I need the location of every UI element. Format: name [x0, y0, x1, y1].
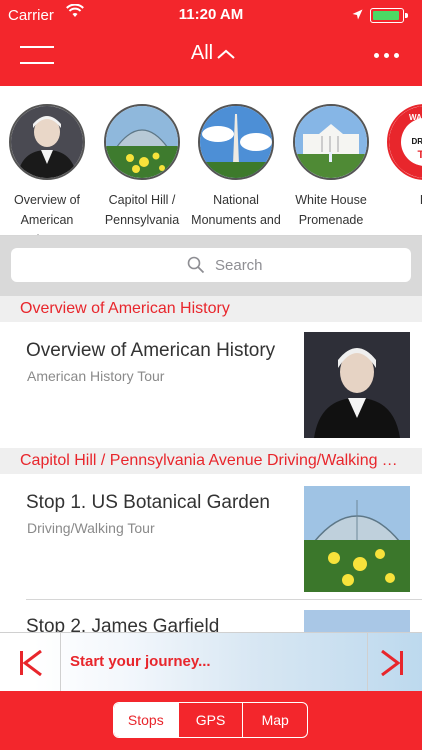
stop-title: Stop 2. James Garfield	[26, 616, 220, 632]
battery-icon	[370, 8, 408, 23]
tab-stops[interactable]: Stops	[114, 703, 178, 737]
player-message: Start your journey...	[70, 653, 211, 670]
tab-gps[interactable]: GPS	[177, 703, 243, 737]
next-track-icon[interactable]	[380, 650, 404, 676]
category-capitol-hill[interactable]: Capitol Hill / Pennsylvania	[95, 104, 189, 230]
white-house-image	[293, 104, 369, 180]
botanical-garden-thumbnail	[304, 486, 410, 592]
chevron-up-icon[interactable]	[216, 48, 236, 60]
search-icon	[187, 256, 205, 274]
stop-subtitle: Driving/Walking Tour	[27, 520, 155, 536]
location-arrow-icon	[352, 9, 363, 20]
botanical-garden-image	[104, 104, 180, 180]
category-carousel[interactable]: Overview ofAmerican History Capitol Hill…	[0, 86, 422, 236]
search-bar: Search	[0, 236, 422, 296]
previous-track-icon[interactable]	[19, 650, 43, 676]
view-segmented-control[interactable]: Stops GPS Map	[113, 702, 308, 738]
stop-subtitle: American History Tour	[27, 368, 165, 384]
list-item[interactable]: Overview of American History American Hi…	[0, 322, 422, 448]
svg-text:DRIVIN: DRIVIN	[411, 137, 422, 146]
svg-text:WASHIN: WASHIN	[409, 113, 422, 122]
status-bar: Carrier 11:20 AM	[0, 0, 422, 30]
more-options-icon[interactable]	[374, 53, 400, 59]
svg-text:TO: TO	[417, 149, 422, 161]
audio-player-bar: Start your journey...	[0, 632, 422, 691]
section-header: Overview of American History	[0, 296, 422, 322]
category-overview-american-history[interactable]: Overview ofAmerican History	[0, 104, 94, 235]
stop-title: Overview of American History	[26, 340, 276, 361]
search-input[interactable]: Search	[11, 248, 411, 282]
search-placeholder: Search	[215, 257, 263, 274]
nav-title: All	[190, 42, 214, 64]
washington-portrait-image	[9, 104, 85, 180]
category-title[interactable]: All	[0, 42, 422, 65]
navigation-bar: Carrier 11:20 AM All	[0, 0, 422, 86]
bottom-tab-bar: Stops GPS Map	[0, 691, 422, 750]
stop-thumbnail	[304, 610, 410, 632]
washington-monument-image	[198, 104, 274, 180]
section-header: Capitol Hill / Pennsylvania Avenue Drivi…	[0, 448, 422, 474]
category-national-monuments[interactable]: National Monuments and	[189, 104, 283, 230]
washington-driving-badge-image: WASHIN DRIVIN TO	[387, 104, 422, 180]
tab-map[interactable]: Map	[242, 703, 307, 737]
washington-portrait-thumbnail	[304, 332, 410, 438]
list-item[interactable]: Stop 2. James Garfield	[0, 600, 422, 632]
category-white-house[interactable]: White House Promenade	[284, 104, 378, 230]
list-item[interactable]: Stop 1. US Botanical Garden Driving/Walk…	[0, 474, 422, 600]
category-partial-next[interactable]: WASHIN DRIVIN TO In	[378, 104, 422, 210]
stop-title: Stop 1. US Botanical Garden	[26, 492, 270, 513]
